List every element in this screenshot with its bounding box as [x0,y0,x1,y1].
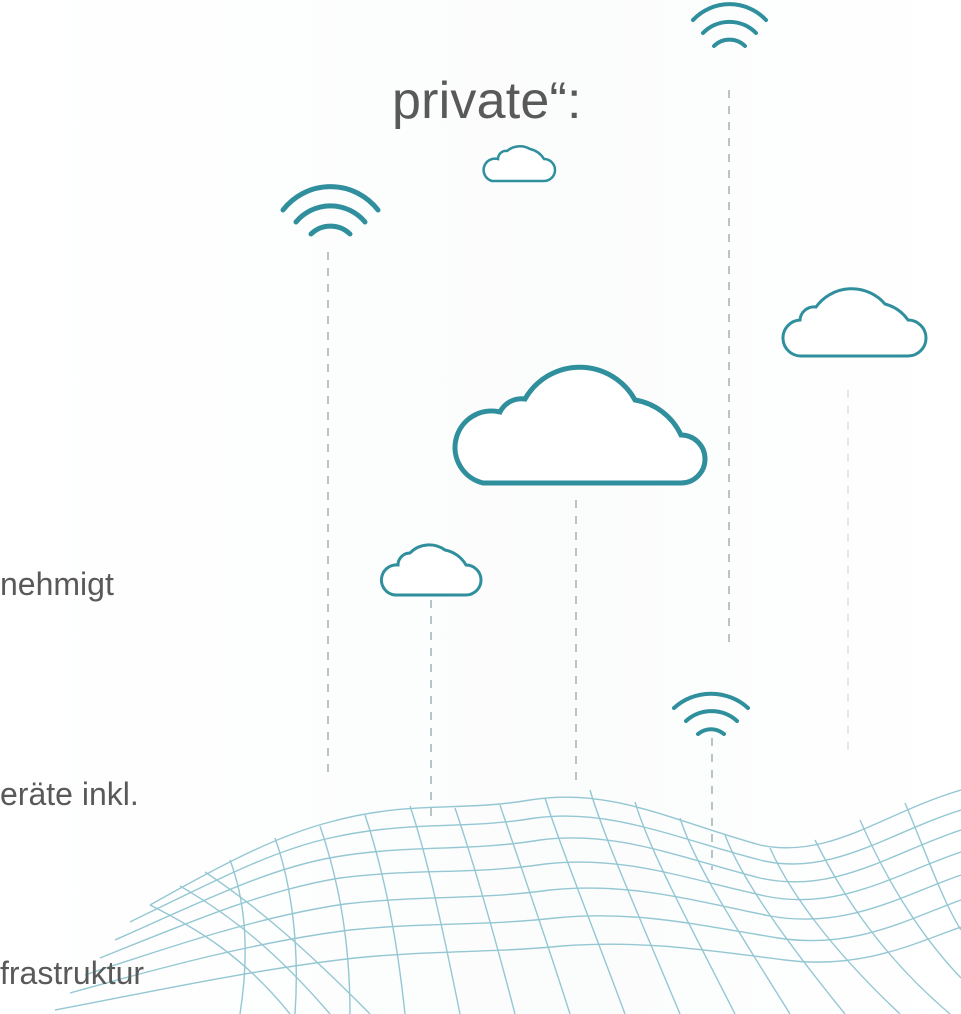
bullet-text: eräte inkl. [0,776,139,812]
wifi-icon [672,691,750,736]
wireframe-landscape [54,789,961,1014]
cloud-icon [482,145,557,183]
wifi-icon [691,2,768,48]
cloud-icon [452,364,708,486]
cloud-icon [781,287,928,358]
presentation-slide: private“: nehmigt eräte inkl. frastruktu… [0,0,961,1014]
bullet-text: nehmigt [0,566,114,602]
slide-heading: private“: [392,72,582,130]
cloud-icon [379,543,483,597]
cloud-network-illustration [54,2,961,1014]
wifi-icon [280,184,381,237]
bullet-text: frastruktur [0,955,145,991]
